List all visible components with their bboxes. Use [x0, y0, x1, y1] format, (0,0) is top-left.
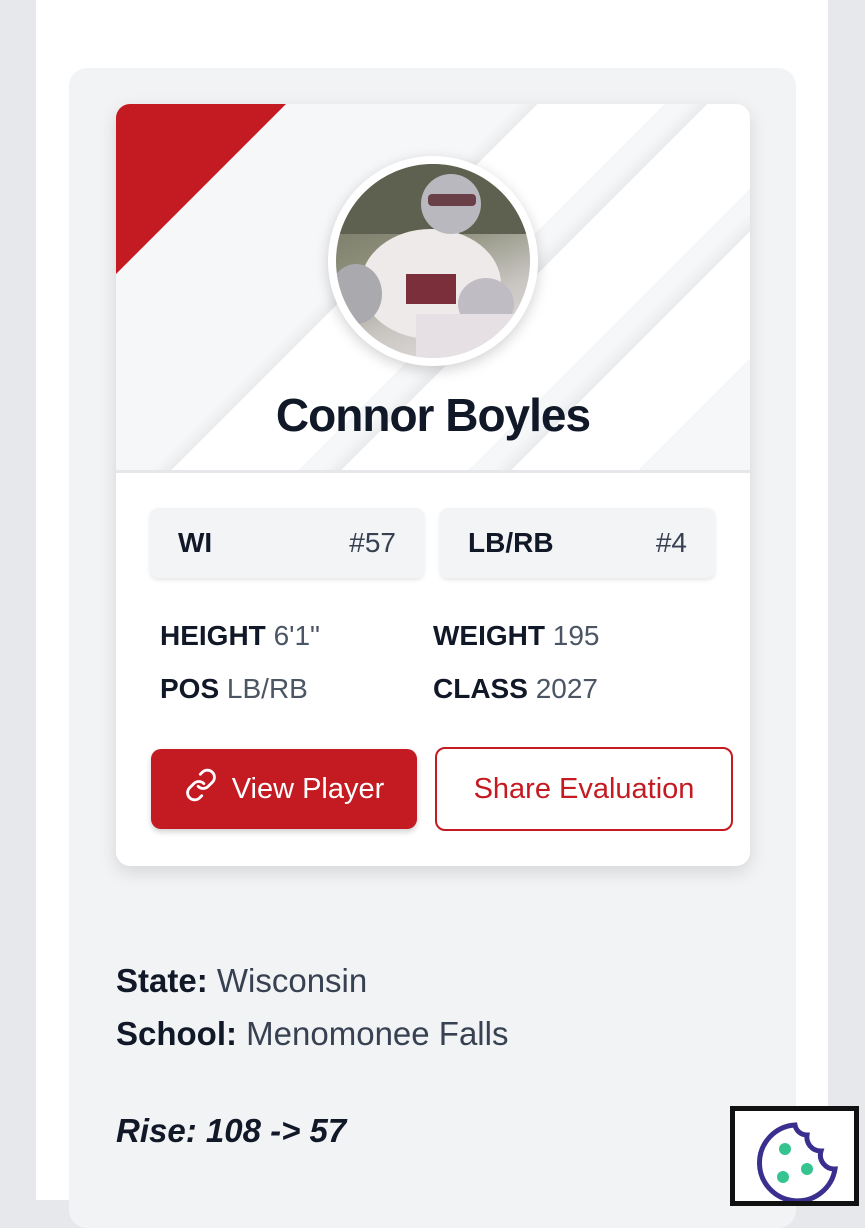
- view-player-label: View Player: [231, 772, 385, 805]
- state-detail: State: Wisconsin: [116, 962, 367, 1000]
- position-rank: #4: [655, 527, 687, 558]
- cookie-settings-button[interactable]: [730, 1106, 859, 1206]
- stat-height: HEIGHT 6'1": [160, 620, 320, 652]
- share-evaluation-label: Share Evaluation: [473, 772, 695, 805]
- school-detail-label: School:: [116, 1015, 237, 1052]
- stat-value: 195: [552, 620, 600, 651]
- player-name: Connor Boyles: [275, 389, 591, 441]
- rise-text: Rise: 108 -> 57: [116, 1112, 347, 1149]
- link-icon: [184, 768, 218, 810]
- avatar-ring: [328, 156, 538, 366]
- position-rank-chip: LB/RB #4: [440, 508, 715, 578]
- stat-value: 6'1": [273, 620, 320, 651]
- card-header: Connor Boyles: [116, 104, 750, 473]
- stat-weight: WEIGHT 195: [433, 620, 600, 652]
- stat-value: 2027: [535, 673, 598, 704]
- stat-label: CLASS: [433, 673, 528, 704]
- stat-label: WEIGHT: [433, 620, 545, 651]
- stat-value: LB/RB: [226, 673, 308, 704]
- stat-class: CLASS 2027: [433, 673, 598, 705]
- state-rank-chip: WI #57: [150, 508, 424, 578]
- school-detail-value: Menomonee Falls: [246, 1015, 509, 1052]
- school-detail: School: Menomonee Falls: [116, 1015, 508, 1053]
- stat-label: POS: [160, 673, 220, 704]
- player-avatar: [336, 164, 530, 358]
- cookie-icon: [735, 1122, 854, 1205]
- share-evaluation-button[interactable]: Share Evaluation: [435, 747, 733, 831]
- state-detail-label: State:: [116, 962, 208, 999]
- state-code: WI: [178, 527, 213, 558]
- stat-label: HEIGHT: [160, 620, 266, 651]
- stat-pos: POS LB/RB: [160, 673, 308, 705]
- state-rank: #57: [349, 527, 396, 558]
- corner-flag: [116, 104, 286, 274]
- player-card: Connor Boyles WI #57 LB/RB #4 HEIGHT 6'1…: [116, 104, 750, 866]
- view-player-button[interactable]: View Player: [151, 749, 417, 829]
- state-detail-value: Wisconsin: [216, 962, 368, 999]
- position-label: LB/RB: [468, 527, 554, 558]
